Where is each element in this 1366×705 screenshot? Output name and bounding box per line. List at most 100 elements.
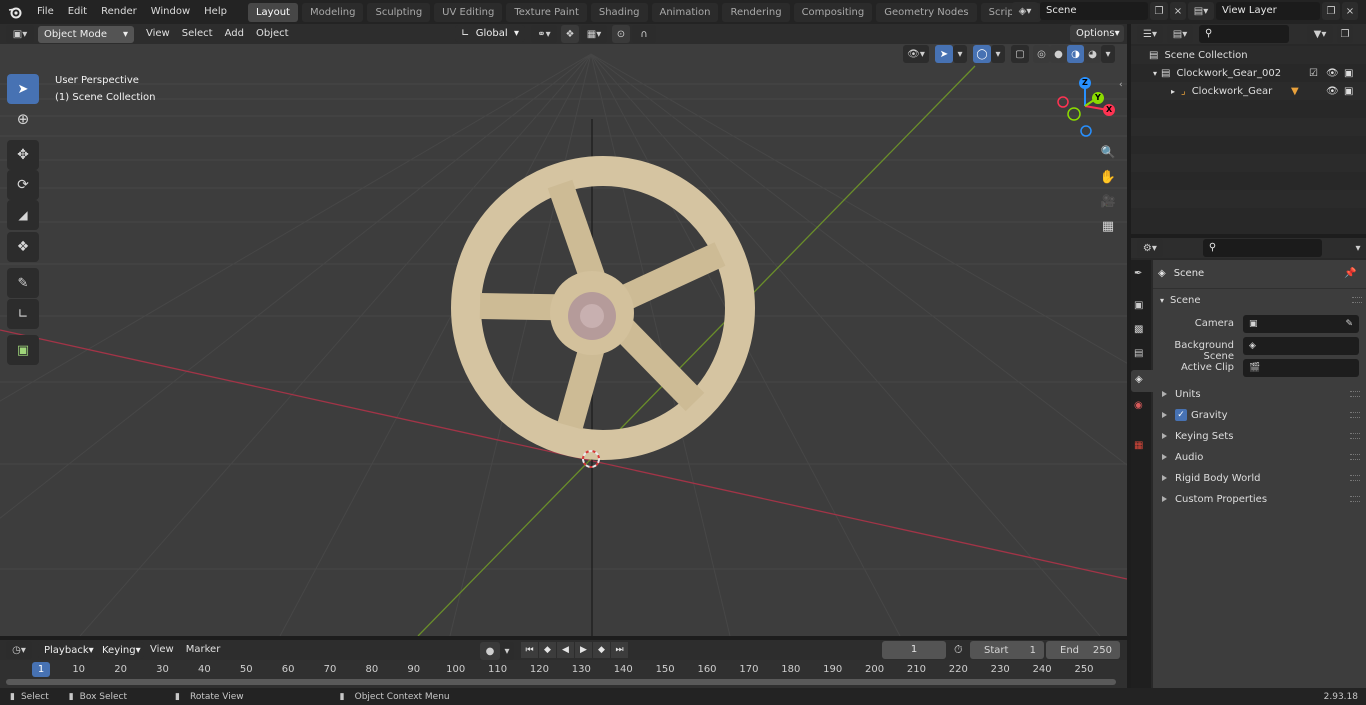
drag-grip-icon[interactable] [1350, 412, 1360, 418]
panel-units[interactable]: Units [1156, 384, 1364, 404]
render-tab-icon[interactable]: ▣ [1134, 300, 1143, 311]
transform-tool[interactable]: ❖ [7, 232, 39, 262]
expand-arrow-icon[interactable]: ▾ [1153, 69, 1157, 78]
outliner-row-collection[interactable]: ▾ ▤ Clockwork_Gear_002 ☑ 👁 ▣ [1131, 64, 1366, 82]
timeline-scrollbar[interactable] [6, 679, 1116, 685]
chevron-down-icon[interactable]: ▾ [500, 642, 514, 660]
material-shading-icon[interactable]: ◑ [1067, 45, 1084, 63]
solid-shading-icon[interactable]: ● [1050, 45, 1067, 63]
tab-sculpting[interactable]: Sculpting [367, 2, 431, 22]
background-scene-field[interactable]: ◈ [1243, 337, 1359, 355]
texture-tab-icon[interactable]: ▦ [1134, 440, 1143, 451]
sidebar-toggle-icon[interactable]: ‹ [1119, 80, 1127, 90]
outliner-row-scene-collection[interactable]: ▤ Scene Collection [1131, 46, 1366, 64]
output-tab-icon[interactable]: ▩ [1134, 324, 1143, 335]
active-clip-field[interactable]: 🎬 [1243, 359, 1359, 377]
camera-render-icon[interactable]: ▣ [1344, 86, 1353, 97]
gizmo-icon[interactable]: ➤ [935, 45, 953, 63]
eye-icon[interactable]: 👁 [1326, 68, 1339, 79]
timeline[interactable]: 1 10 20 30 40 50 60 70 80 90 100 110 120 130 140 150 160… [0, 660, 1127, 688]
blender-logo-icon[interactable] [0, 1, 30, 23]
rendered-shading-icon[interactable]: ◕ [1084, 45, 1101, 63]
editor-type-icon[interactable]: ▣▾ [6, 25, 34, 43]
tab-layout[interactable]: Layout [247, 2, 298, 22]
drag-grip-icon[interactable] [1350, 433, 1360, 439]
start-frame-field[interactable]: Start 1 [970, 641, 1044, 659]
scene-name-field[interactable]: Scene [1040, 2, 1148, 20]
record-icon[interactable]: ● [480, 642, 500, 660]
tab-compositing[interactable]: Compositing [793, 2, 873, 22]
new-view-layer-icon[interactable]: ❐ [1322, 2, 1340, 20]
drag-grip-icon[interactable] [1350, 454, 1360, 460]
drag-grip-icon[interactable] [1350, 496, 1360, 502]
chevron-down-icon[interactable]: ▾ [1101, 45, 1115, 63]
properties-editor-icon[interactable]: ⚙▾ [1137, 239, 1163, 257]
timeline-marker-menu[interactable]: Marker [180, 641, 227, 659]
keying-menu[interactable]: Keying ▾ [96, 641, 144, 659]
menu-file[interactable]: File [30, 1, 61, 23]
xray-icon[interactable]: ▢ [1011, 45, 1029, 63]
delete-scene-icon[interactable]: × [1170, 2, 1186, 20]
next-keyframe-icon[interactable]: ◆ [593, 642, 610, 658]
outliner-row-object[interactable]: ▸ ⌟ Clockwork_Gear ▼ 👁 ▣ [1131, 82, 1366, 100]
chevron-down-icon[interactable]: ▾ [1350, 239, 1366, 257]
camera-render-icon[interactable]: ▣ [1344, 68, 1353, 79]
play-icon[interactable]: ▶ [575, 642, 592, 658]
display-mode-icon[interactable]: ▤▾ [1167, 25, 1193, 43]
delete-view-layer-icon[interactable]: × [1342, 2, 1358, 20]
view-layer-field[interactable]: View Layer [1216, 2, 1320, 20]
playback-menu[interactable]: Playback ▾ [38, 641, 94, 659]
stopwatch-icon[interactable]: ⏱ [954, 643, 963, 657]
pivot-icon[interactable]: ⚭▾ [531, 25, 557, 43]
tab-modeling[interactable]: Modeling [301, 2, 364, 22]
expand-arrow-icon[interactable]: ▸ [1171, 87, 1175, 96]
menu-edit[interactable]: Edit [61, 1, 94, 23]
play-reverse-icon[interactable]: ◀ [557, 642, 574, 658]
move-tool[interactable]: ✥ [7, 140, 39, 170]
tab-shading[interactable]: Shading [590, 2, 648, 22]
add-cube-tool[interactable]: ▣ [7, 335, 39, 365]
scale-tool[interactable]: ◢ [7, 200, 39, 230]
visibility-icon[interactable]: 👁▾ [903, 45, 929, 63]
tab-texture-paint[interactable]: Texture Paint [506, 2, 587, 22]
eye-icon[interactable]: 👁 [1326, 86, 1339, 97]
cursor-tool[interactable]: ⊕ [7, 104, 39, 134]
snap-icon[interactable]: ❖ [561, 25, 579, 43]
tab-uv-editing[interactable]: UV Editing [434, 2, 503, 22]
current-frame-field[interactable]: 1 [882, 641, 946, 659]
measure-tool[interactable]: ∟ [7, 299, 39, 329]
transform-orientation-dropdown[interactable]: ∟ Global ▾ [455, 25, 525, 42]
annotate-tool[interactable]: ✎ [7, 268, 39, 298]
jump-end-icon[interactable]: ⏭ [611, 642, 628, 658]
pin-icon[interactable]: 📌 [1344, 268, 1356, 279]
menu-view[interactable]: View [140, 25, 176, 43]
falloff-icon[interactable]: ∩ [632, 25, 656, 43]
wireframe-shading-icon[interactable]: ◎ [1033, 45, 1050, 63]
menu-object[interactable]: Object [250, 25, 295, 43]
new-scene-icon[interactable]: ❐ [1150, 2, 1168, 20]
menu-add[interactable]: Add [219, 25, 250, 43]
menu-select[interactable]: Select [176, 25, 219, 43]
new-collection-icon[interactable]: ❐ [1337, 25, 1353, 43]
clockwork-gear[interactable] [451, 156, 755, 460]
menu-window[interactable]: Window [144, 1, 197, 23]
menu-help[interactable]: Help [197, 1, 234, 23]
panel-keying-sets[interactable]: Keying Sets [1156, 426, 1364, 446]
zoom-icon[interactable]: 🔍 [1097, 141, 1119, 163]
end-frame-field[interactable]: End 250 [1046, 641, 1120, 659]
tab-animation[interactable]: Animation [651, 2, 719, 22]
drag-grip-icon[interactable] [1350, 391, 1360, 397]
options-dropdown[interactable]: Options ▾ [1070, 25, 1124, 42]
proportional-edit-icon[interactable]: ⊙ [612, 25, 630, 43]
timeline-view-menu[interactable]: View [144, 641, 180, 659]
view-layer-tab-icon[interactable]: ▤ [1134, 348, 1143, 359]
filter-icon[interactable]: ▼▾ [1307, 25, 1333, 43]
menu-render[interactable]: Render [94, 1, 144, 23]
tab-rendering[interactable]: Rendering [722, 2, 790, 22]
rotate-tool[interactable]: ⟳ [7, 170, 39, 200]
chevron-down-icon[interactable]: ▾ [991, 45, 1005, 63]
tool-tab-icon[interactable]: ✒ [1134, 268, 1142, 279]
perspective-grid-icon[interactable]: ▦ [1097, 215, 1119, 237]
scene-tab[interactable]: ◈ [1131, 370, 1153, 392]
panel-audio[interactable]: Audio [1156, 447, 1364, 467]
